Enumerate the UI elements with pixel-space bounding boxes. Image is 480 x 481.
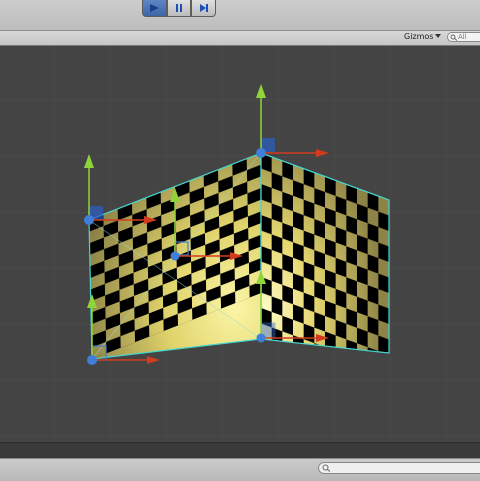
- gizmos-label: Gizmos: [404, 32, 434, 41]
- main-toolbar: [0, 0, 480, 31]
- scene-view-header: Gizmos All: [0, 31, 480, 46]
- pivot-handle: [170, 251, 180, 261]
- search-placeholder: All: [458, 33, 467, 41]
- play-icon: [150, 4, 160, 12]
- search-icon: [450, 34, 458, 41]
- scene-viewport[interactable]: [0, 46, 480, 442]
- playback-controls: [142, 0, 217, 17]
- vertex-handle: [256, 333, 266, 343]
- step-icon: [199, 4, 208, 12]
- console-search-field[interactable]: [318, 462, 480, 474]
- vertex-handle: [256, 148, 266, 158]
- hierarchy-search-field[interactable]: All: [447, 32, 480, 42]
- chevron-down-icon: [435, 34, 442, 38]
- pause-button[interactable]: [166, 0, 192, 17]
- vertex-handle: [87, 355, 97, 365]
- gizmos-dropdown[interactable]: Gizmos: [404, 32, 442, 41]
- vertex-handle: [84, 215, 94, 225]
- scene-canvas[interactable]: [0, 46, 480, 442]
- console-header: [0, 458, 480, 481]
- pause-icon: [176, 4, 182, 12]
- viewport-bottom-bar: [0, 442, 480, 459]
- step-button[interactable]: [191, 0, 217, 17]
- play-button[interactable]: [142, 0, 167, 17]
- search-icon: [322, 464, 331, 472]
